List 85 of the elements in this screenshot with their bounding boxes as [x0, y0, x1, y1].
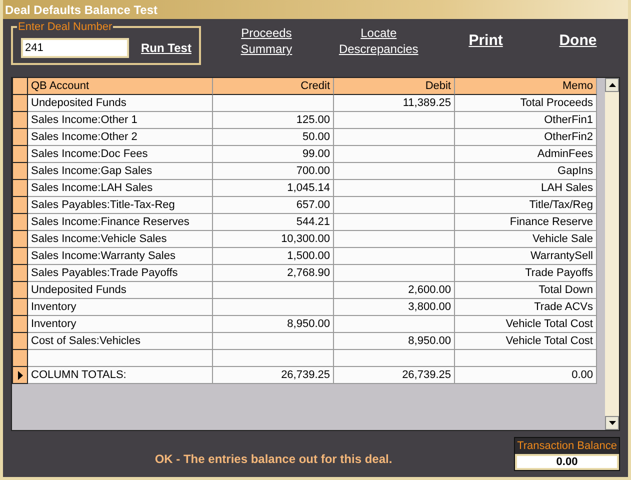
nav-link[interactable]: Print: [456, 33, 516, 57]
table-cell: COLUMN TOTALS:: [28, 367, 213, 384]
table-cell: GapIns: [455, 163, 597, 180]
row-selector[interactable]: [12, 163, 28, 180]
table-cell: Total Down: [455, 282, 597, 299]
row-selector[interactable]: [12, 180, 28, 197]
table-cell: Sales Income:Other 1: [28, 112, 213, 129]
table-cell: 8,950.00: [213, 316, 334, 333]
row-selector[interactable]: [12, 95, 28, 112]
run-test-link[interactable]: Run Test: [141, 41, 192, 55]
table-cell: Cost of Sales:Vehicles: [28, 333, 213, 350]
column-header[interactable]: Credit: [213, 78, 334, 95]
table-cell: Inventory: [28, 316, 213, 333]
row-selector[interactable]: [12, 214, 28, 231]
table-cell: Sales Income:Doc Fees: [28, 146, 213, 163]
table-cell: 26,739.25: [213, 367, 334, 384]
nav-link[interactable]: Done: [548, 33, 608, 57]
row-selector[interactable]: [12, 316, 28, 333]
table-cell: OtherFin2: [455, 129, 597, 146]
row-selector[interactable]: [12, 112, 28, 129]
row-selector[interactable]: [12, 299, 28, 316]
group-legend: Enter Deal Number: [17, 21, 114, 33]
table-cell: Sales Payables:Trade Payoffs: [28, 265, 213, 282]
scroll-up-icon[interactable]: [605, 78, 619, 92]
table-cell: 2,600.00: [334, 282, 455, 299]
table-cell: 544.21: [213, 214, 334, 231]
column-header[interactable]: QB Account: [28, 78, 213, 95]
status-message: OK - The entries balance out for this deal.: [154, 451, 394, 466]
table-cell: 125.00: [213, 112, 334, 129]
table-cell: Sales Income:Finance Reserves: [28, 214, 213, 231]
deal-number-field[interactable]: 241: [21, 38, 129, 58]
row-selector[interactable]: [12, 265, 28, 282]
row-selector[interactable]: [12, 367, 28, 384]
balance-value: 0.00: [515, 454, 619, 470]
column-header[interactable]: Memo: [455, 78, 597, 95]
table-cell: Vehicle Total Cost: [455, 333, 597, 350]
table-cell: 2,768.90: [213, 265, 334, 282]
table-cell: 1,500.00: [213, 248, 334, 265]
scroll-down-icon[interactable]: [605, 416, 619, 430]
scrollbar[interactable]: [605, 78, 619, 430]
table-cell: 0.00: [455, 367, 597, 384]
table-cell: Title/Tax/Reg: [455, 197, 597, 214]
table-cell: Sales Income:LAH Sales: [28, 180, 213, 197]
column-header[interactable]: Debit: [334, 78, 455, 95]
table-cell: Undeposited Funds: [28, 282, 213, 299]
table-cell: 657.00: [213, 197, 334, 214]
table-cell: 1,045.14: [213, 180, 334, 197]
table-cell: 99.00: [213, 146, 334, 163]
row-selector[interactable]: [12, 333, 28, 350]
nav-link[interactable]: Proceeds Summary: [231, 25, 302, 57]
nav-link[interactable]: Locate Descrepancies: [334, 25, 424, 57]
table-cell: Sales Income:Warranty Sales: [28, 248, 213, 265]
row-selector[interactable]: [12, 197, 28, 214]
balance-label: Transaction Balance: [515, 438, 619, 454]
table-cell: 50.00: [213, 129, 334, 146]
table-cell: Undeposited Funds: [28, 95, 213, 112]
table-cell: Sales Income:Vehicle Sales: [28, 231, 213, 248]
row-selector[interactable]: [12, 248, 28, 265]
table-cell: WarrantySell: [455, 248, 597, 265]
table-cell: Inventory: [28, 299, 213, 316]
table-cell: Trade ACVs: [455, 299, 597, 316]
table-cell: 10,300.00: [213, 231, 334, 248]
table-cell: Vehicle Sale: [455, 231, 597, 248]
table-cell: 700.00: [213, 163, 334, 180]
row-selector[interactable]: [12, 350, 28, 367]
window-title: Deal Defaults Balance Test: [3, 0, 628, 19]
table-cell: Trade Payoffs: [455, 265, 597, 282]
row-selector[interactable]: [12, 231, 28, 248]
table-cell: 26,739.25: [334, 367, 455, 384]
table-cell: OtherFin1: [455, 112, 597, 129]
table-cell: 11,389.25: [334, 95, 455, 112]
current-row-icon: [18, 370, 22, 380]
table-cell: 8,950.00: [334, 333, 455, 350]
table-cell: Total Proceeds: [455, 95, 597, 112]
table-cell: AdminFees: [455, 146, 597, 163]
row-selector[interactable]: [12, 146, 28, 163]
table-cell: Finance Reserve: [455, 214, 597, 231]
row-selector[interactable]: [12, 282, 28, 299]
table-cell: Sales Income:Other 2: [28, 129, 213, 146]
table-cell: Vehicle Total Cost: [455, 316, 597, 333]
table-cell: 3,800.00: [334, 299, 455, 316]
table-cell: Sales Payables:Title-Tax-Reg: [28, 197, 213, 214]
row-selector[interactable]: [12, 129, 28, 146]
table-cell: LAH Sales: [455, 180, 597, 197]
table-cell: Sales Income:Gap Sales: [28, 163, 213, 180]
